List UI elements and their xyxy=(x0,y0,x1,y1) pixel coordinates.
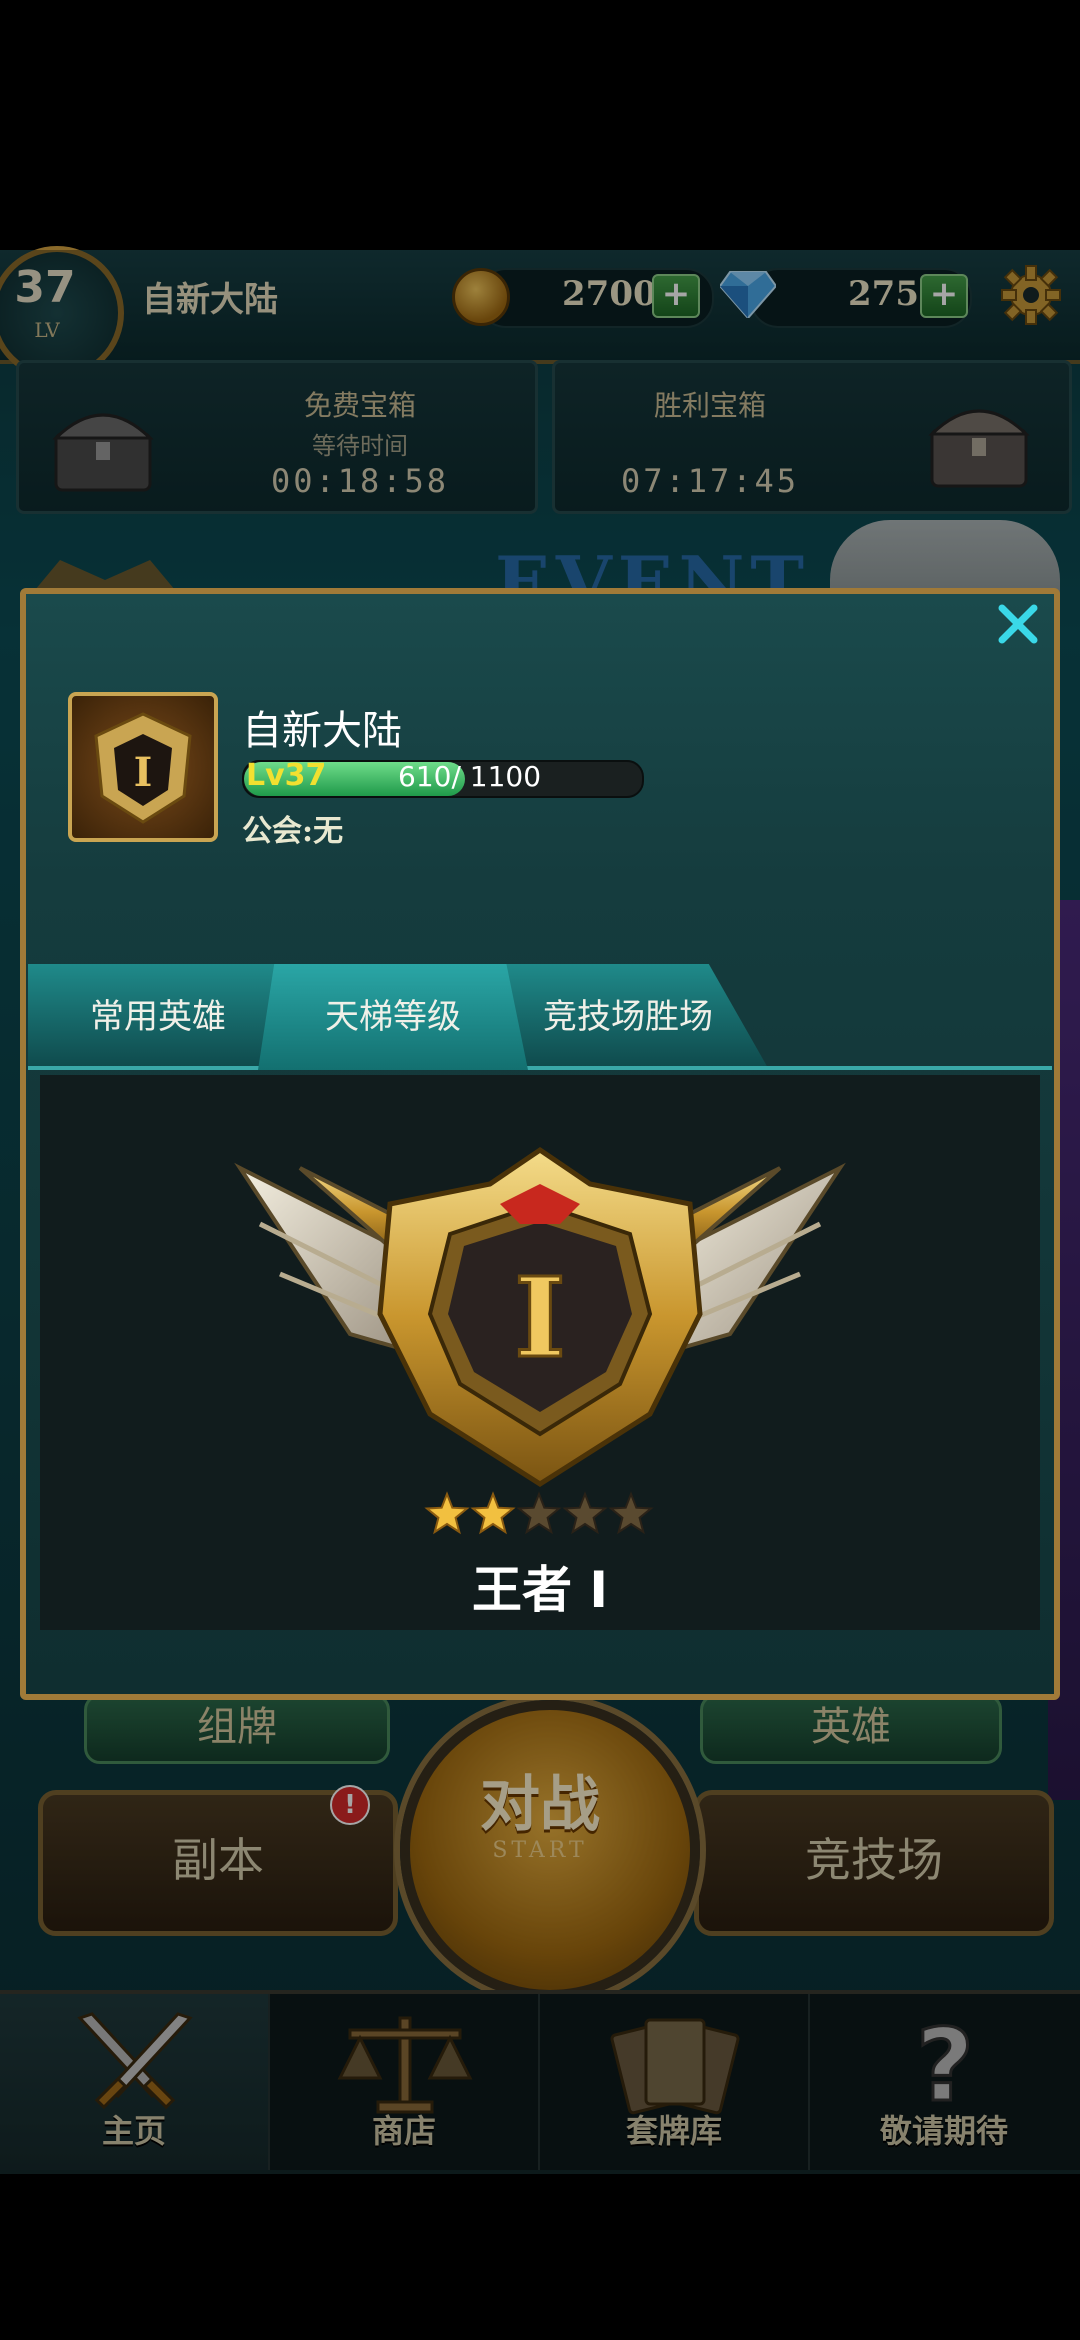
star-filled-icon xyxy=(470,1491,516,1535)
tab-arena-wins[interactable]: 竞技场胜场 xyxy=(498,964,758,1070)
star-empty-icon xyxy=(516,1491,562,1535)
star-empty-icon xyxy=(562,1491,608,1535)
close-icon[interactable] xyxy=(990,596,1046,652)
rank-name: 王者 I xyxy=(471,1561,608,1619)
profile-player-name: 自新大陆 xyxy=(242,708,402,754)
player-avatar[interactable]: I xyxy=(68,692,218,842)
rank-numeral: I xyxy=(514,1253,565,1382)
guild-label: 公会:无 xyxy=(242,814,344,849)
avatar-rank-numeral: I xyxy=(134,749,153,796)
rank-emblem-icon: I xyxy=(94,712,192,824)
profile-tabs: 常用英雄 天梯等级 竞技场胜场 xyxy=(28,964,1052,1070)
star-filled-icon xyxy=(424,1491,470,1535)
xp-text: 610/ 1100 xyxy=(398,760,542,793)
rank-stars xyxy=(424,1491,654,1535)
rank-emblem: I xyxy=(234,1146,846,1487)
star-empty-icon xyxy=(608,1491,654,1535)
tab-ladder-rank[interactable]: 天梯等级 xyxy=(258,964,528,1070)
tab-common-heroes[interactable]: 常用英雄 xyxy=(28,964,288,1070)
profile-level: Lv37 xyxy=(246,758,327,793)
